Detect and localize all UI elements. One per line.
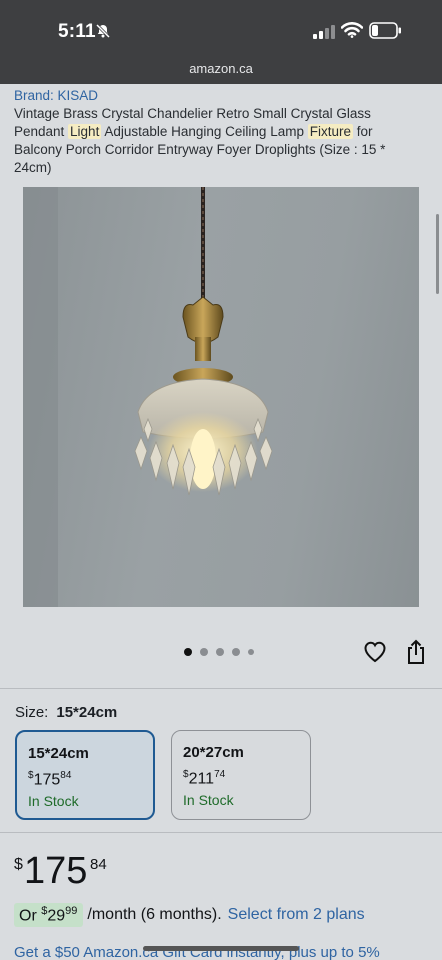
price-fraction: 99 (65, 904, 78, 917)
monthly-term: /month (6 months). (87, 906, 222, 923)
scrollbar[interactable] (436, 214, 439, 294)
stock-status: In Stock (183, 792, 234, 808)
price-whole: 29 (47, 907, 66, 925)
carousel-dot[interactable] (248, 649, 254, 655)
status-bar: 5:11 amazon.ca (0, 0, 442, 84)
divider (0, 688, 442, 689)
monthly-prefix: Or (19, 907, 42, 925)
status-time: 5:11 (58, 21, 96, 42)
currency-symbol: $ (14, 856, 23, 873)
title-highlight: Light (68, 124, 102, 139)
divider (0, 832, 442, 833)
image-carousel-dots[interactable] (184, 648, 254, 656)
size-option-name: 20*27cm (183, 744, 244, 761)
battery-icon (369, 22, 401, 39)
stock-status: In Stock (28, 793, 79, 809)
wifi-icon (341, 22, 363, 38)
price-fraction: 84 (90, 856, 107, 873)
title-highlight: Fixture (307, 124, 353, 139)
carousel-dot[interactable] (216, 648, 224, 656)
size-option-15x24[interactable]: 15*24cm $17584 In Stock (15, 730, 155, 820)
price-fraction: 84 (60, 770, 72, 781)
selected-size-value: 15*24cm (56, 704, 118, 721)
product-page: Brand: KISAD Vintage Brass Crystal Chand… (0, 84, 442, 960)
price-whole: 175 (24, 850, 88, 892)
home-indicator[interactable] (143, 946, 299, 951)
cellular-signal-icon (313, 25, 335, 39)
monthly-price-badge: Or $2999 (14, 902, 84, 928)
carousel-dot[interactable] (200, 648, 208, 656)
size-option-price: $17584 (28, 770, 71, 789)
silent-bell-icon (95, 23, 111, 39)
url-bar[interactable]: amazon.ca (0, 61, 442, 76)
share-icon[interactable] (405, 639, 427, 665)
size-option-price: $21174 (183, 769, 225, 788)
product-image[interactable] (23, 187, 419, 607)
price-whole: 175 (33, 771, 61, 789)
price-fraction: 74 (214, 769, 226, 780)
size-selector-label: Size: 15*24cm (15, 704, 117, 721)
carousel-dot[interactable] (184, 648, 192, 656)
select-plans-link[interactable]: Select from 2 plans (228, 906, 365, 924)
crystal-pendant-lamp-photo (23, 187, 273, 607)
heart-icon[interactable] (363, 640, 387, 664)
size-option-name: 15*24cm (28, 745, 89, 762)
carousel-dot[interactable] (232, 648, 240, 656)
monthly-payment: Or $2999 /month (6 months). Select from … (14, 901, 365, 929)
size-label: Size: (15, 704, 49, 721)
size-option-20x27[interactable]: 20*27cm $21174 In Stock (171, 730, 311, 820)
brand-link[interactable]: Brand: KISAD (14, 88, 98, 103)
price-whole: 211 (188, 770, 215, 788)
product-title: Vintage Brass Crystal Chandelier Retro S… (14, 105, 424, 177)
title-text: Adjustable Hanging Ceiling Lamp (101, 124, 308, 139)
